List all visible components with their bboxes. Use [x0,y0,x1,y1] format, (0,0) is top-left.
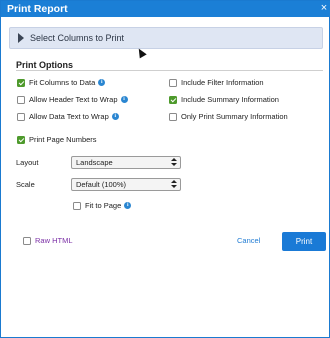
scale-select[interactable]: Default (100%) [71,178,181,191]
print-page-numbers-label: Print Page Numbers [29,135,97,144]
allow-header-wrap-label: Allow Header Text to Wrap [29,95,118,104]
fit-to-page-label: Fit to Page [85,201,122,210]
select-arrows-icon [171,180,177,189]
include-filter-checkbox[interactable] [169,78,177,87]
dialog-title: Print Report [7,3,68,15]
raw-html-label: Raw HTML [35,236,73,245]
allow-data-wrap-label: Allow Data Text to Wrap [29,112,109,121]
only-summary-label: Only Print Summary Information [181,112,288,121]
allow-header-wrap-option[interactable]: Allow Header Text to Wrap i [17,94,128,105]
layout-value: Landscape [76,158,113,167]
section-divider [16,70,323,71]
info-icon[interactable]: i [124,202,132,209]
print-button[interactable]: Print [282,232,326,251]
include-filter-option[interactable]: Include Filter Information [169,77,264,88]
fit-columns-label: Fit Columns to Data [29,78,96,87]
select-columns-panel[interactable]: Select Columns to Print [9,27,323,49]
allow-header-wrap-checkbox[interactable] [17,95,25,104]
include-summary-checkbox[interactable] [169,95,177,104]
fit-columns-checkbox[interactable] [17,78,25,87]
print-page-numbers-option[interactable]: Print Page Numbers [17,134,97,145]
allow-data-wrap-checkbox[interactable] [17,112,25,121]
info-icon[interactable]: i [120,96,128,103]
only-summary-option[interactable]: Only Print Summary Information [169,111,288,122]
info-icon[interactable]: i [98,79,106,86]
raw-html-option[interactable]: Raw HTML [23,235,73,246]
only-summary-checkbox[interactable] [169,112,177,121]
info-icon[interactable]: i [111,113,119,120]
dialog-titlebar: Print Report × [1,1,330,17]
fit-columns-option[interactable]: Fit Columns to Data i [17,77,106,88]
include-summary-label: Include Summary Information [181,95,279,104]
layout-select[interactable]: Landscape [71,156,181,169]
chevron-right-icon [18,33,24,43]
fit-to-page-checkbox[interactable] [73,201,81,210]
fit-to-page-option[interactable]: Fit to Page i [73,200,132,211]
include-summary-option[interactable]: Include Summary Information [169,94,279,105]
allow-data-wrap-option[interactable]: Allow Data Text to Wrap i [17,111,119,122]
select-arrows-icon [171,158,177,167]
select-columns-label: Select Columns to Print [30,33,125,43]
print-page-numbers-checkbox[interactable] [17,135,25,144]
layout-label: Layout [16,158,39,167]
cancel-button[interactable]: Cancel [237,236,260,245]
include-filter-label: Include Filter Information [181,78,264,87]
print-report-dialog: Print Report × Select Columns to Print P… [0,0,330,338]
scale-value: Default (100%) [76,180,127,189]
scale-label: Scale [16,180,35,189]
raw-html-checkbox[interactable] [23,236,31,245]
close-button[interactable]: × [317,1,330,17]
print-options-title: Print Options [16,60,73,70]
